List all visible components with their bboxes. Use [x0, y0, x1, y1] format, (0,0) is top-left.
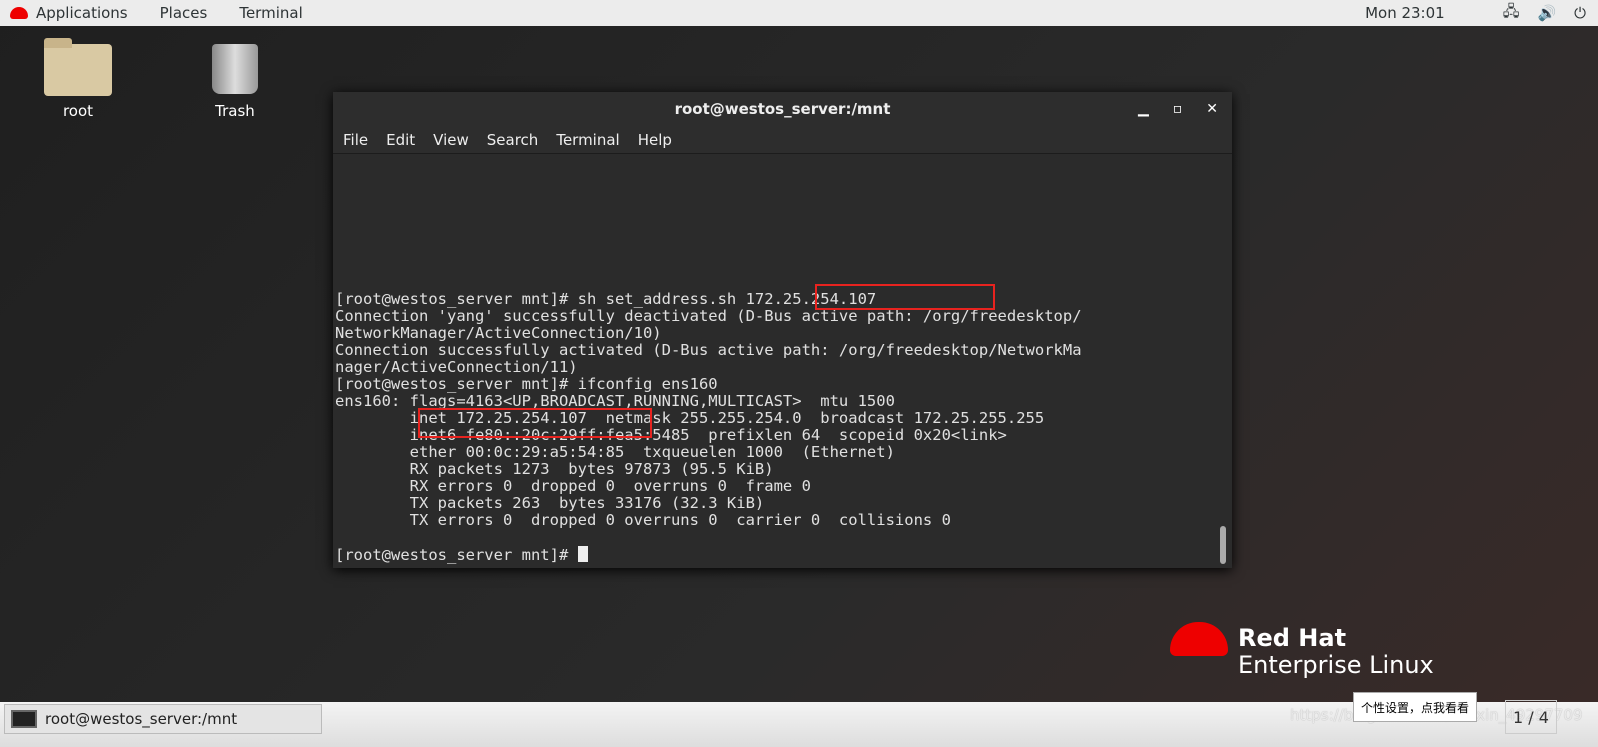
menu-file[interactable]: File	[343, 131, 368, 149]
prompt-line: [root@westos_server mnt]#	[335, 546, 1232, 564]
menu-search[interactable]: Search	[487, 131, 539, 149]
home-folder-icon	[44, 38, 112, 96]
scrollbar[interactable]	[1220, 526, 1226, 564]
terminal-line: [root@westos_server mnt]# ifconfig ens16…	[335, 375, 718, 393]
menu-terminal[interactable]: Terminal	[556, 131, 619, 149]
terminal-line: ether 00:0c:29:a5:54:85 txqueuelen 1000 …	[335, 443, 895, 461]
terminal-app-menu[interactable]: Terminal	[223, 0, 318, 26]
terminal-line: [root@westos_server mnt]# sh set_address…	[335, 290, 877, 308]
terminal-line: TX packets 263 bytes 33176 (32.3 KiB)	[335, 494, 765, 512]
desktop-icon-label: Trash	[215, 102, 255, 120]
clock[interactable]: Mon 23:01	[1365, 4, 1445, 22]
places-menu[interactable]: Places	[144, 0, 224, 26]
menu-view[interactable]: View	[433, 131, 469, 149]
top-bar: Applications Places Terminal Mon 23:01 🖧…	[0, 0, 1598, 26]
taskbar-item-terminal[interactable]: root@westos_server:/mnt	[4, 704, 322, 734]
redhat-icon	[10, 7, 28, 19]
terminal-line: RX errors 0 dropped 0 overruns 0 frame 0	[335, 477, 811, 495]
cursor	[577, 546, 588, 562]
terminal-icon	[11, 710, 37, 728]
highlight-box	[815, 284, 995, 310]
terminal-line: Connection successfully activated (D-Bus…	[335, 341, 1082, 359]
terminal-line: nager/ActiveConnection/11)	[335, 358, 578, 376]
desktop-icon-root[interactable]: root	[33, 38, 123, 120]
trash-icon	[212, 44, 258, 94]
workspace-pager[interactable]: 1 / 4	[1505, 700, 1557, 734]
redhat-hat-icon	[1170, 622, 1228, 656]
terminal-line: TX errors 0 dropped 0 overruns 0 carrier…	[335, 511, 951, 529]
minimize-button[interactable]: ▁	[1138, 101, 1149, 117]
brand-line2: Enterprise Linux	[1238, 651, 1434, 679]
menu-bar: File Edit View Search Terminal Help	[333, 126, 1232, 154]
taskbar-item-label: root@westos_server:/mnt	[45, 710, 238, 728]
desktop-icon-trash[interactable]: Trash	[190, 44, 280, 120]
power-icon[interactable]: ⏻	[1574, 4, 1586, 22]
title-bar[interactable]: root@westos_server:/mnt ▁ ▫ ✕	[333, 92, 1232, 126]
applications-label: Applications	[36, 4, 128, 22]
terminal-line: Connection 'yang' successfully deactivat…	[335, 307, 1082, 325]
volume-icon[interactable]: 🔊	[1537, 4, 1556, 22]
highlight-box	[418, 408, 652, 438]
network-icon[interactable]: 🖧	[1503, 1, 1520, 26]
terminal-output[interactable]: [root@westos_server mnt]# sh set_address…	[333, 154, 1232, 568]
maximize-button[interactable]: ▫	[1173, 101, 1183, 117]
window-title: root@westos_server:/mnt	[674, 100, 891, 118]
terminal-line: RX packets 1273 bytes 97873 (95.5 KiB)	[335, 460, 774, 478]
close-button[interactable]: ✕	[1206, 101, 1218, 117]
applications-menu[interactable]: Applications	[0, 0, 144, 26]
terminal-window: root@westos_server:/mnt ▁ ▫ ✕ File Edit …	[333, 92, 1232, 568]
prompt: [root@westos_server mnt]#	[335, 546, 578, 564]
menu-edit[interactable]: Edit	[386, 131, 415, 149]
brand-line1: Red Hat	[1238, 624, 1347, 652]
tooltip[interactable]: 个性设置，点我看看	[1353, 692, 1477, 722]
terminal-line: NetworkManager/ActiveConnection/10)	[335, 324, 662, 342]
menu-help[interactable]: Help	[638, 131, 672, 149]
desktop-icon-label: root	[62, 102, 94, 120]
